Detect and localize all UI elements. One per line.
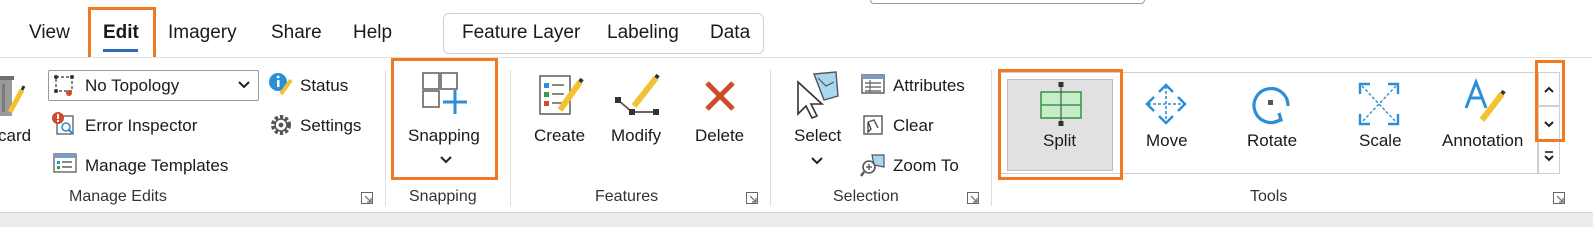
snapping-button-highlight[interactable] bbox=[391, 58, 498, 180]
tab-labeling[interactable]: Labeling bbox=[607, 22, 679, 44]
ribbon-bottom-strip bbox=[0, 212, 1593, 227]
group-label-selection: Selection bbox=[833, 188, 899, 205]
dialog-launcher-icon[interactable] bbox=[746, 192, 758, 204]
chevron-down-icon bbox=[238, 81, 250, 89]
zoom-to-button[interactable]: Zoom To bbox=[893, 156, 959, 176]
group-label-snapping: Snapping bbox=[409, 188, 477, 205]
group-label-tools: Tools bbox=[1250, 188, 1288, 205]
error-inspector-button[interactable]: Error Inspector bbox=[85, 116, 197, 136]
settings-icon bbox=[271, 115, 291, 135]
tool-label-scale[interactable]: Scale bbox=[1359, 131, 1402, 151]
create-button[interactable]: Create bbox=[534, 126, 585, 146]
attributes-button[interactable]: Attributes bbox=[893, 76, 965, 96]
tool-label-rotate[interactable]: Rotate bbox=[1247, 131, 1297, 151]
modify-icon bbox=[615, 73, 660, 115]
gallery-scroll-highlight bbox=[1535, 60, 1565, 142]
move-icon[interactable] bbox=[1144, 82, 1188, 126]
manage-templates-button[interactable]: Manage Templates bbox=[85, 156, 228, 176]
discard-icon[interactable] bbox=[0, 72, 28, 120]
tab-feature-layer[interactable]: Feature Layer bbox=[462, 22, 580, 44]
rotate-icon[interactable] bbox=[1250, 82, 1294, 126]
dialog-launcher-icon[interactable] bbox=[361, 192, 373, 204]
tab-share[interactable]: Share bbox=[271, 22, 322, 44]
tab-data[interactable]: Data bbox=[710, 22, 750, 44]
group-separator bbox=[510, 70, 511, 206]
select-icon bbox=[797, 71, 839, 120]
topology-icon bbox=[54, 75, 74, 96]
clear-icon bbox=[863, 115, 883, 135]
dialog-launcher-icon[interactable] bbox=[967, 192, 979, 204]
group-separator bbox=[770, 70, 771, 206]
tool-label-move[interactable]: Move bbox=[1146, 131, 1188, 151]
tool-label-annotation[interactable]: Annotation bbox=[1442, 131, 1523, 151]
annotation-icon[interactable] bbox=[1462, 77, 1508, 126]
tab-help[interactable]: Help bbox=[353, 22, 392, 44]
group-label-features: Features bbox=[595, 188, 659, 205]
group-separator bbox=[991, 70, 992, 206]
search-box-edge bbox=[870, 0, 1145, 4]
error-inspector-icon bbox=[52, 112, 74, 135]
group-label-manage-edits: Manage Edits bbox=[69, 188, 167, 205]
discard-label[interactable]: card bbox=[0, 126, 31, 146]
status-button[interactable]: Status bbox=[300, 76, 348, 96]
create-icon bbox=[539, 75, 584, 115]
delete-icon bbox=[705, 81, 735, 111]
delete-button[interactable]: Delete bbox=[695, 126, 744, 146]
expand-gallery-icon bbox=[1544, 151, 1554, 162]
chevron-down-icon[interactable] bbox=[811, 157, 823, 165]
scale-icon[interactable] bbox=[1358, 82, 1400, 126]
zoom-to-icon bbox=[860, 154, 885, 177]
split-tool-highlight bbox=[998, 69, 1123, 180]
group-separator bbox=[385, 70, 386, 206]
select-button-label[interactable]: Select bbox=[794, 126, 841, 146]
tab-view[interactable]: View bbox=[29, 22, 70, 44]
clear-button[interactable]: Clear bbox=[893, 116, 934, 136]
tab-imagery[interactable]: Imagery bbox=[168, 22, 237, 44]
dialog-launcher-icon[interactable] bbox=[1553, 192, 1565, 204]
manage-templates-icon bbox=[53, 153, 77, 173]
modify-button[interactable]: Modify bbox=[611, 126, 661, 146]
attributes-icon bbox=[861, 74, 885, 94]
settings-button[interactable]: Settings bbox=[300, 116, 361, 136]
status-icon bbox=[269, 73, 293, 96]
topology-select-value: No Topology bbox=[85, 76, 180, 95]
